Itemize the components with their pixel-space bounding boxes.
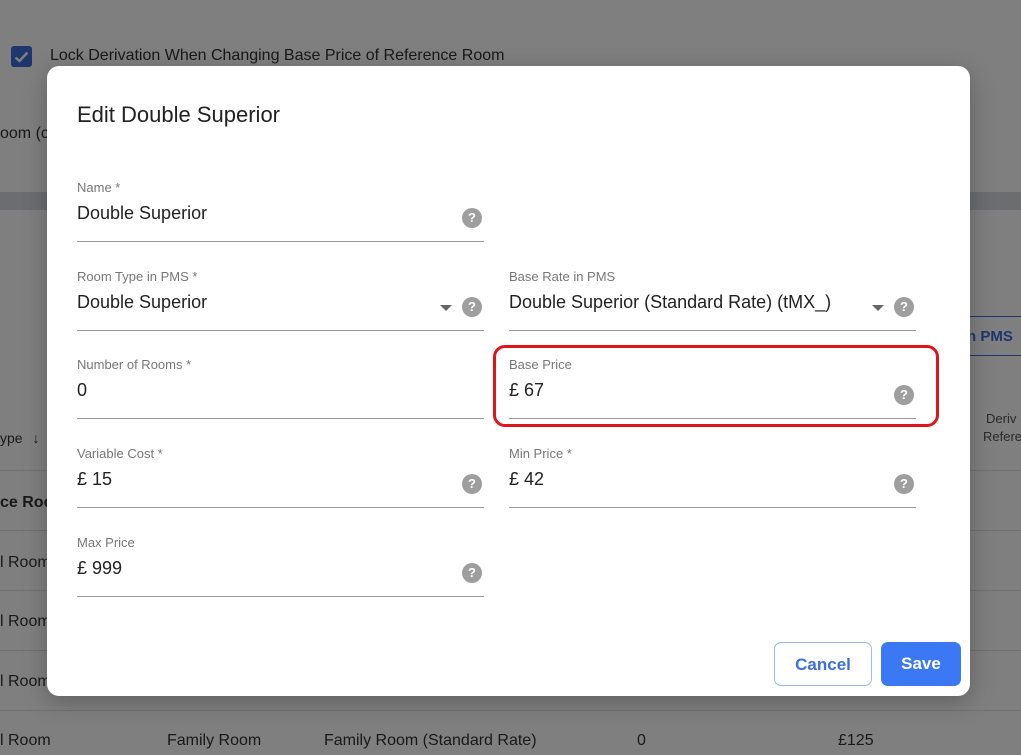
field-underline — [509, 330, 916, 331]
number-of-rooms-label: Number of Rooms * — [77, 357, 192, 372]
max-price-input[interactable]: £ 999 — [77, 558, 122, 579]
dialog-title: Edit Double Superior — [77, 102, 281, 127]
room-type-pms-label: Room Type in PMS * — [77, 269, 198, 284]
edit-room-dialog: Edit Double Superior Name * Double Super… — [47, 66, 970, 696]
room-type-pms-value[interactable]: Double Superior — [77, 292, 207, 313]
base-rate-pms-select[interactable]: Base Rate in PMS Double Superior (Standa… — [509, 269, 916, 331]
max-price-label: Max Price — [77, 535, 135, 550]
field-underline — [77, 418, 484, 419]
field-underline — [77, 596, 484, 597]
min-price-field[interactable]: Min Price * £ 42 ? — [509, 446, 916, 508]
help-icon[interactable]: ? — [894, 297, 914, 317]
field-underline — [509, 507, 916, 508]
help-icon[interactable]: ? — [462, 474, 482, 494]
max-price-field[interactable]: Max Price £ 999 ? — [77, 535, 484, 597]
help-icon[interactable]: ? — [462, 208, 482, 228]
name-field[interactable]: Name * Double Superior ? — [77, 180, 484, 242]
min-price-label: Min Price * — [509, 446, 572, 461]
name-input[interactable]: Double Superior — [77, 203, 207, 224]
cancel-button[interactable]: Cancel — [774, 642, 872, 686]
chevron-down-icon[interactable] — [872, 305, 884, 311]
base-price-highlight — [493, 345, 939, 427]
base-rate-pms-label: Base Rate in PMS — [509, 269, 616, 284]
variable-cost-field[interactable]: Variable Cost * £ 15 ? — [77, 446, 484, 508]
chevron-down-icon[interactable] — [440, 305, 452, 311]
min-price-input[interactable]: £ 42 — [509, 469, 544, 490]
number-of-rooms-field[interactable]: Number of Rooms * 0 — [77, 357, 484, 419]
help-icon[interactable]: ? — [462, 297, 482, 317]
help-icon[interactable]: ? — [894, 474, 914, 494]
field-underline — [77, 330, 484, 331]
save-button[interactable]: Save — [881, 642, 961, 686]
base-rate-pms-value[interactable]: Double Superior (Standard Rate) (tMX_) — [509, 292, 831, 313]
variable-cost-label: Variable Cost * — [77, 446, 163, 461]
variable-cost-input[interactable]: £ 15 — [77, 469, 112, 490]
room-type-pms-select[interactable]: Room Type in PMS * Double Superior ? — [77, 269, 484, 331]
field-underline — [77, 241, 484, 242]
number-of-rooms-input[interactable]: 0 — [77, 380, 87, 401]
help-icon[interactable]: ? — [462, 563, 482, 583]
name-label: Name * — [77, 180, 121, 195]
field-underline — [77, 507, 484, 508]
